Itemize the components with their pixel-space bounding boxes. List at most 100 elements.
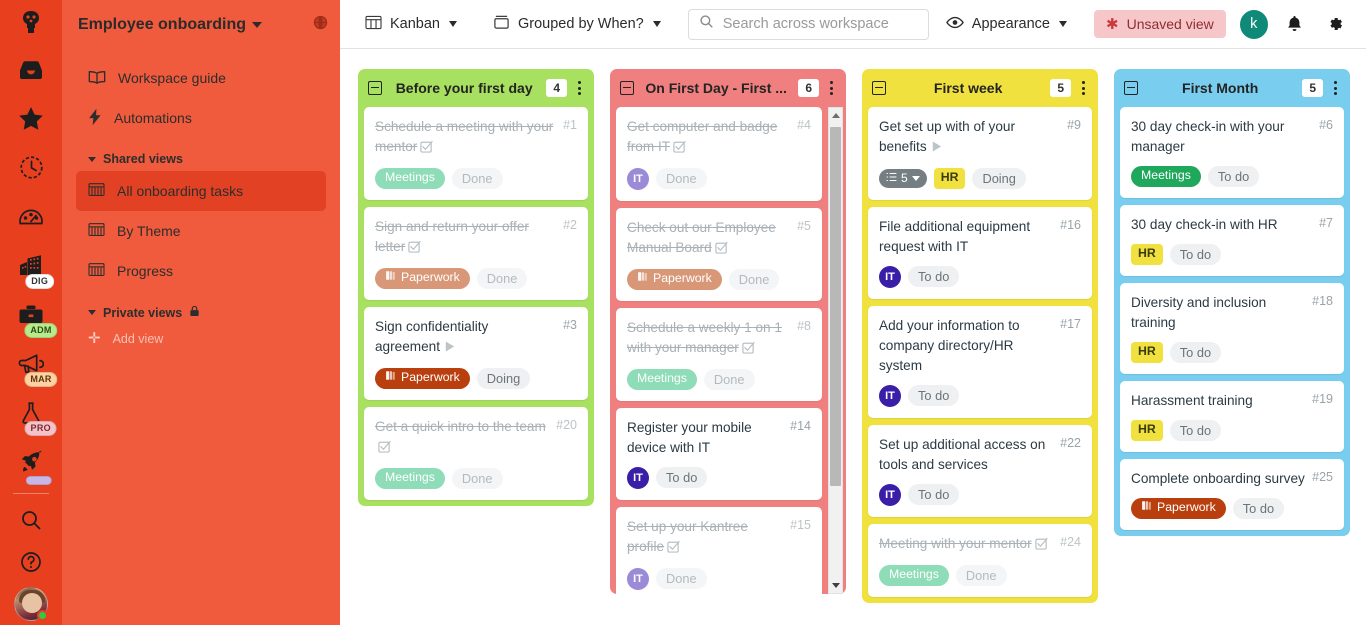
column-menu-icon[interactable] [825, 77, 838, 99]
appearance-button[interactable]: Appearance [937, 11, 1076, 38]
task-tag[interactable]: IT [627, 466, 649, 489]
task-card[interactable]: Set up your Kantree profile #15 IT Done [616, 506, 822, 594]
column-menu-icon[interactable] [1077, 77, 1090, 99]
task-status[interactable]: To do [656, 467, 708, 489]
task-card[interactable]: Sign confidentiality agreement #3 Paperwor… [364, 306, 588, 400]
task-card[interactable]: Get computer and badge from IT #4 IT Done [616, 107, 822, 201]
task-tag[interactable]: Meetings [375, 467, 445, 489]
shared-views-section[interactable]: Shared views [76, 138, 326, 171]
task-status[interactable]: Done [451, 167, 503, 189]
search-input[interactable] [722, 16, 918, 32]
gear-icon[interactable] [1321, 9, 1350, 39]
task-status[interactable]: Doing [476, 367, 531, 389]
search-box[interactable] [687, 8, 929, 40]
checklist-badge[interactable]: 5 [879, 168, 927, 188]
rail-item-digital[interactable]: DIG [7, 242, 55, 290]
task-card[interactable]: Get set up with of your benefits #9 5 HR Doi… [868, 107, 1092, 200]
rail-item-dashboard[interactable] [7, 193, 55, 241]
collapse-column-icon[interactable] [872, 81, 886, 95]
rail-item-launch[interactable] [7, 438, 55, 486]
brain-tree-logo-icon[interactable] [9, 4, 53, 41]
help-icon[interactable] [7, 542, 55, 582]
sidebar-view-progress[interactable]: Progress [76, 251, 326, 291]
column-menu-icon[interactable] [573, 77, 586, 99]
task-tag[interactable]: HR [1131, 243, 1163, 265]
task-status[interactable]: Done [656, 168, 707, 190]
task-card[interactable]: File additional equipment request with I… [868, 206, 1092, 299]
task-card[interactable]: 30 day check-in with HR #7 HR To do [1120, 204, 1344, 276]
task-tag[interactable]: Paperwork [1131, 497, 1226, 519]
task-card[interactable]: Schedule a weekly 1 on 1 with your manag… [616, 307, 822, 401]
task-status[interactable]: Done [728, 268, 780, 290]
sidebar-item-automations[interactable]: Automations [76, 98, 326, 138]
private-views-section[interactable]: Private views [76, 291, 326, 325]
sidebar-view-by-theme[interactable]: By Theme [76, 211, 326, 251]
rail-item-admin[interactable]: ADM [7, 291, 58, 339]
task-tag[interactable]: Meetings [1131, 165, 1201, 187]
scroll-down-arrow-icon[interactable] [829, 578, 842, 593]
task-status[interactable]: To do [1169, 243, 1222, 265]
task-status[interactable]: To do [908, 484, 960, 506]
task-card[interactable]: Get a quick intro to the team #20 Meetings… [364, 406, 588, 500]
task-status[interactable]: Done [476, 267, 528, 289]
unsaved-view-badge[interactable]: ✱ Unsaved view [1094, 10, 1226, 38]
column-menu-icon[interactable] [1329, 77, 1342, 99]
rail-item-inbox[interactable] [7, 46, 55, 94]
task-tag[interactable]: Paperwork [375, 367, 470, 389]
rail-item-favorites[interactable] [7, 95, 55, 143]
search-icon[interactable] [7, 500, 55, 540]
sidebar-view-all-onboarding-tasks[interactable]: All onboarding tasks [76, 171, 326, 211]
task-tag[interactable]: IT [879, 384, 901, 407]
bell-icon[interactable] [1280, 9, 1309, 39]
task-status[interactable]: To do [1169, 419, 1222, 441]
task-status[interactable]: To do [908, 266, 960, 288]
task-card[interactable]: Check out our Employee Manual Board #5 Pap… [616, 207, 822, 301]
task-tag[interactable]: IT [879, 265, 901, 288]
task-tag[interactable]: IT [879, 483, 901, 506]
sidebar-item-workspace-guide[interactable]: Workspace guide [76, 58, 326, 98]
collapse-column-icon[interactable] [368, 81, 382, 95]
task-tag[interactable]: HR [1131, 419, 1163, 441]
task-status[interactable]: To do [908, 385, 960, 407]
user-avatar-toolbar[interactable]: k [1239, 9, 1268, 39]
task-status[interactable]: Done [703, 368, 755, 390]
task-card[interactable]: 30 day check-in with your manager #6 Meeti… [1120, 107, 1344, 198]
task-tag[interactable]: Meetings [375, 167, 445, 189]
task-status[interactable]: Done [451, 467, 503, 489]
add-view-button[interactable]: ✛ Add view [76, 325, 326, 352]
task-card[interactable]: Sign and return your offer letter #2 Paper… [364, 206, 588, 300]
column-scrollbar[interactable] [828, 107, 843, 594]
globe-icon[interactable] [313, 15, 328, 35]
collapse-column-icon[interactable] [620, 81, 634, 95]
task-tag[interactable]: HR [1131, 341, 1163, 363]
task-card[interactable]: Diversity and inclusion training #18 HR To … [1120, 282, 1344, 374]
task-tag[interactable]: IT [627, 567, 649, 590]
task-card[interactable]: Meeting with your mentor #24 Meetings Done [868, 523, 1092, 597]
task-status[interactable]: To do [1169, 341, 1222, 363]
task-tag[interactable]: IT [627, 167, 649, 190]
task-card[interactable]: Complete onboarding survey #25 Paperwork To… [1120, 458, 1344, 530]
chevron-down-icon[interactable] [252, 22, 263, 28]
task-card[interactable]: Schedule a meeting with your mentor #1 Mee… [364, 107, 588, 200]
task-status[interactable]: To do [1232, 497, 1285, 519]
rail-item-product[interactable]: PRO [7, 389, 57, 437]
task-status[interactable]: Done [955, 564, 1007, 586]
project-header[interactable]: Employee onboarding [62, 0, 340, 50]
scrollbar-thumb[interactable] [830, 127, 841, 486]
task-status[interactable]: Done [656, 568, 707, 590]
task-tag[interactable]: Meetings [879, 564, 949, 586]
rail-item-marketing[interactable]: MAR [7, 340, 58, 388]
task-tag[interactable]: HR [933, 167, 966, 189]
task-status[interactable]: Doing [972, 167, 1026, 189]
task-tag[interactable]: Paperwork [375, 267, 470, 289]
user-avatar-rail[interactable] [7, 584, 55, 624]
task-tag[interactable]: Meetings [627, 368, 697, 390]
task-card[interactable]: Add your information to company director… [868, 305, 1092, 418]
rail-item-recent[interactable] [7, 144, 55, 192]
task-tag[interactable]: Paperwork [627, 268, 722, 290]
view-type-button[interactable]: Kanban [356, 10, 466, 39]
task-card[interactable]: Register your mobile device with IT #14 IT… [616, 407, 822, 500]
task-card[interactable]: Set up additional access on tools and se… [868, 424, 1092, 517]
group-by-button[interactable]: Grouped by When? [484, 9, 670, 39]
task-card[interactable]: Harassment training #19 HR To do [1120, 380, 1344, 452]
